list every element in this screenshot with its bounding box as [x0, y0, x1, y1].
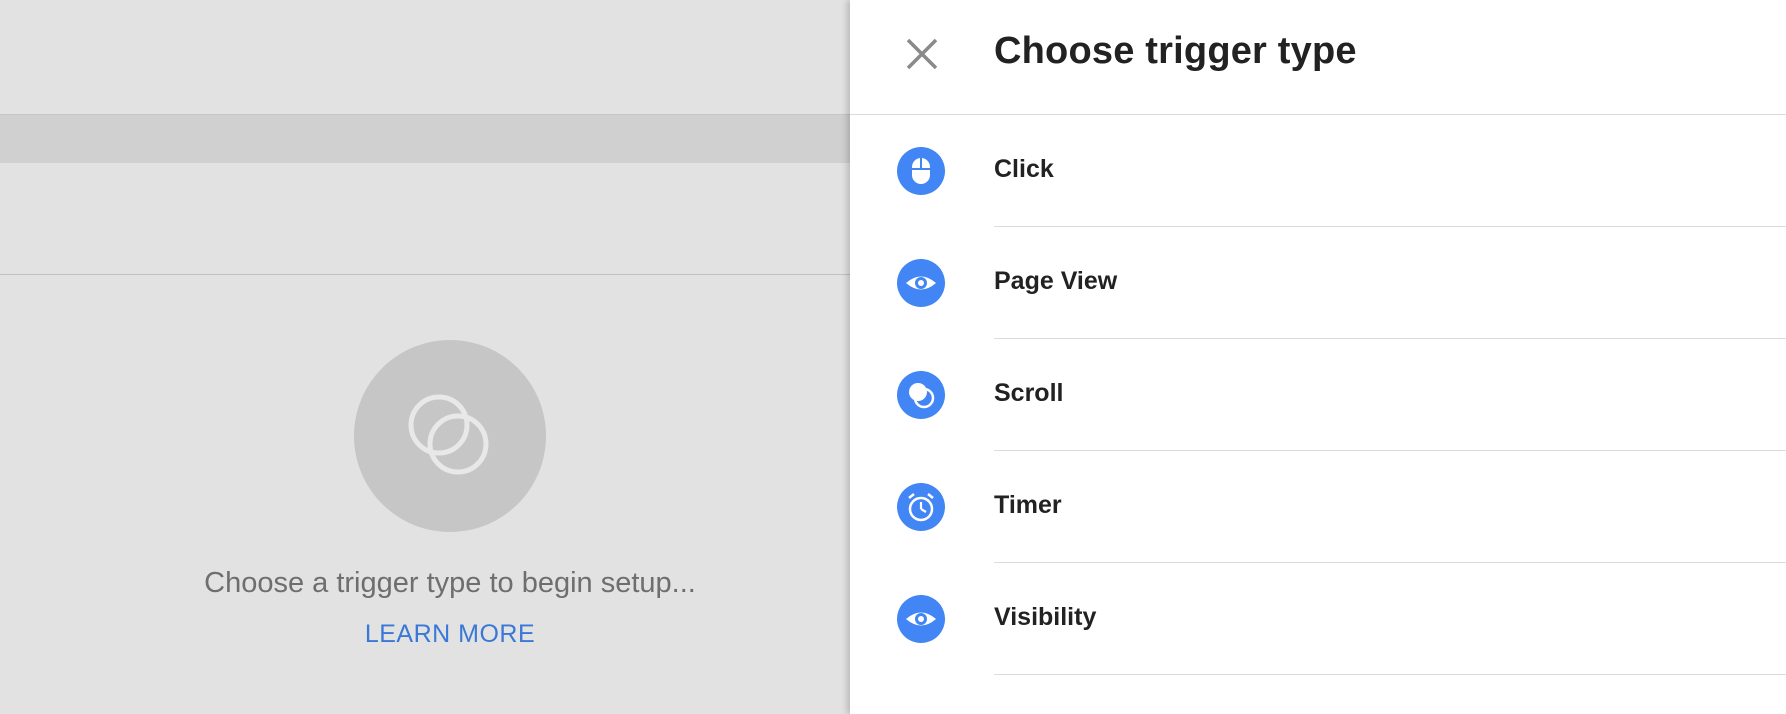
background-section	[0, 163, 850, 275]
background-pane: Choose a trigger type to begin setup... …	[0, 0, 850, 714]
alarm-clock-icon	[897, 483, 945, 531]
background-band	[0, 115, 850, 163]
eye-icon	[897, 259, 945, 307]
mouse-icon	[897, 147, 945, 195]
choose-trigger-drawer: Choose trigger type Click Page View Scro…	[850, 0, 1786, 714]
trigger-item-timer[interactable]: Timer	[850, 451, 1786, 563]
trigger-overlap-circles-icon	[354, 340, 546, 532]
background-header	[0, 0, 850, 115]
trigger-item-click[interactable]: Click	[850, 115, 1786, 227]
trigger-type-list: Click Page View Scroll Timer Visibility	[850, 115, 1786, 675]
scroll-circles-icon	[897, 371, 945, 419]
trigger-label-timer: Timer	[994, 491, 1062, 519]
trigger-label-page-view: Page View	[994, 267, 1118, 295]
eye-icon	[897, 595, 945, 643]
trigger-label-click: Click	[994, 155, 1054, 183]
close-icon[interactable]	[900, 32, 944, 76]
divider	[994, 674, 1786, 675]
drawer-title: Choose trigger type	[994, 30, 1357, 72]
drawer-header: Choose trigger type	[850, 0, 1786, 115]
empty-state-message: Choose a trigger type to begin setup...	[204, 567, 696, 599]
trigger-item-scroll[interactable]: Scroll	[850, 339, 1786, 451]
trigger-item-page-view[interactable]: Page View	[850, 227, 1786, 339]
trigger-label-visibility: Visibility	[994, 603, 1097, 631]
trigger-label-scroll: Scroll	[994, 379, 1064, 407]
trigger-item-visibility[interactable]: Visibility	[850, 563, 1786, 675]
learn-more-link[interactable]: LEARN MORE	[0, 620, 900, 649]
